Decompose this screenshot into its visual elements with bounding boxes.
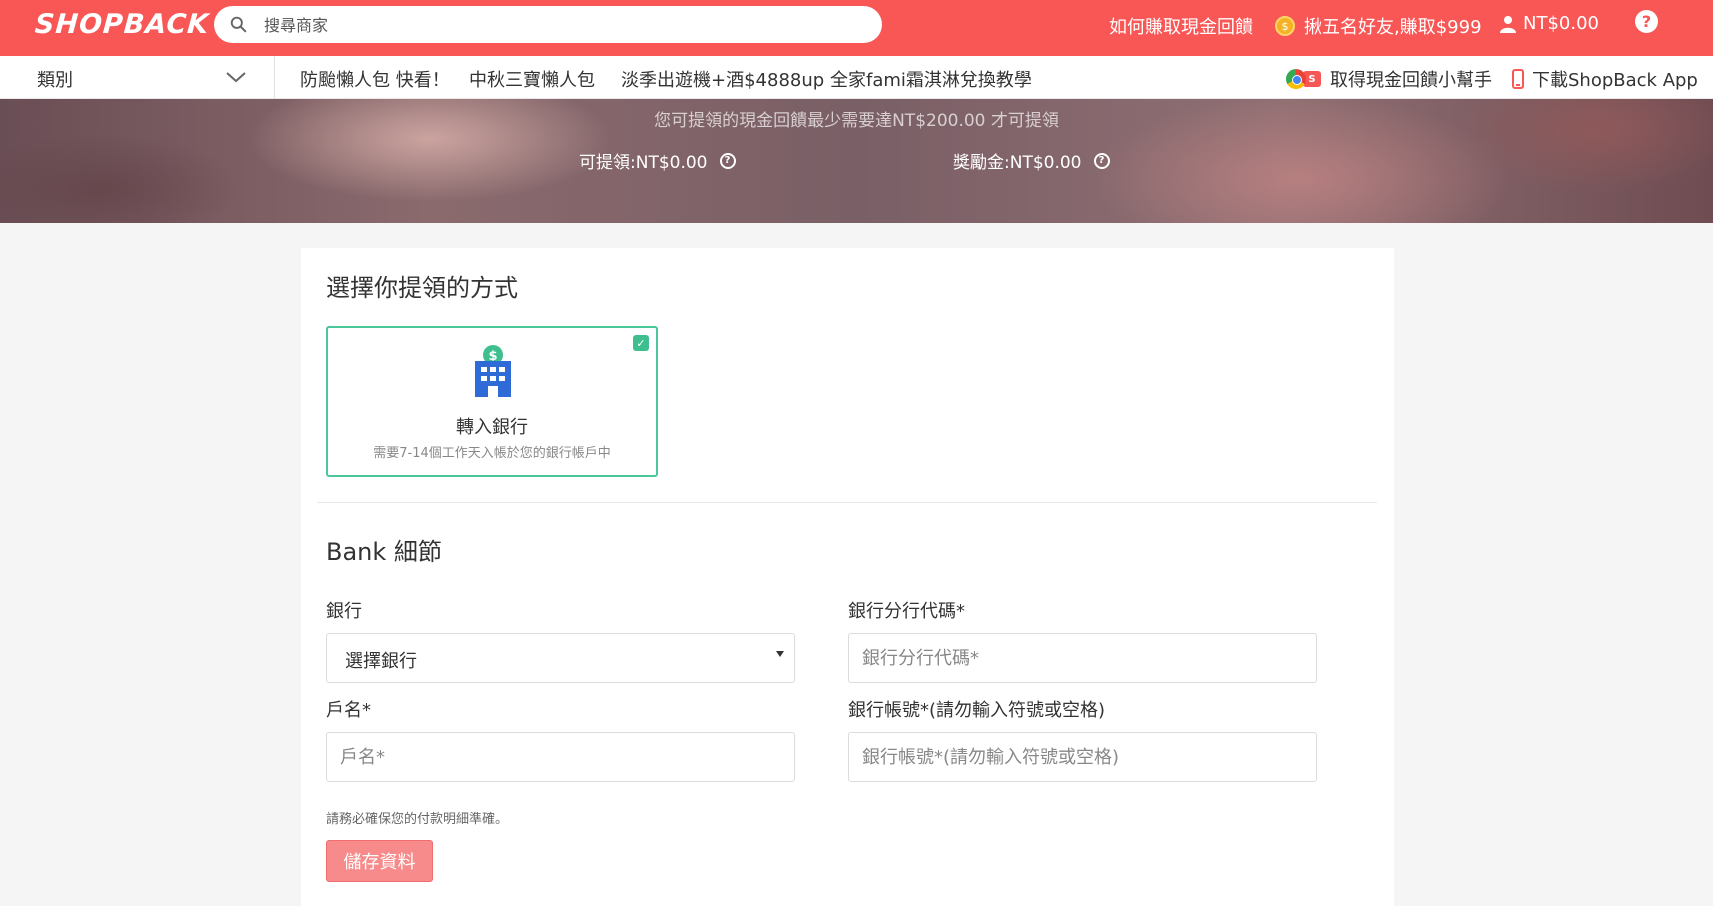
account-number-field[interactable]	[848, 732, 1317, 782]
nav-item-typhoon[interactable]: 防颱懶人包 快看！	[300, 66, 450, 92]
account-name-field[interactable]	[326, 732, 795, 782]
bank-transfer-title: 轉入銀行	[456, 417, 528, 438]
user-icon	[1500, 15, 1516, 33]
download-app-label: 下載ShopBack App	[1532, 70, 1698, 91]
how-to-earn-label: 如何賺取現金回饋	[1109, 17, 1253, 38]
search-icon	[230, 16, 247, 33]
cashback-banner: 您可提領的現金回饋最少需要達NT$200.00 才可提領 可提領:NT$0.00…	[0, 99, 1713, 223]
payment-accuracy-hint: 請務必確保您的付款明細準確。	[326, 812, 509, 827]
nav-divider	[274, 56, 275, 99]
caret-down-icon	[776, 651, 784, 657]
top-header: SHOPBACK 如何賺取現金回饋 $ 揪五名好友,賺取$999 NT$0.00…	[0, 0, 1713, 56]
account-number-label: 銀行帳號*(請勿輸入符號或空格)	[848, 700, 1106, 721]
question-icon[interactable]: ?	[719, 152, 736, 169]
withdrawable-label: 可提領:NT$0.00	[579, 153, 708, 173]
balance-label: NT$0.00	[1523, 13, 1599, 34]
bank-select[interactable]: 選擇銀行	[326, 633, 795, 683]
search-input[interactable]	[264, 12, 844, 38]
bank-details-title: Bank 細節	[326, 538, 442, 566]
extension-label: 取得現金回饋小幫手	[1330, 70, 1492, 91]
bank-transfer-option[interactable]: ✓ $ 轉入銀行 需要7-14個工作天入帳於您的銀行帳戶中	[326, 326, 658, 477]
bank-select-value: 選擇銀行	[345, 651, 417, 672]
referral-link[interactable]: $ 揪五名好友,賺取$999	[1275, 13, 1482, 39]
checkmark-icon: ✓	[633, 335, 649, 351]
branch-code-field[interactable]	[848, 633, 1317, 683]
bank-building-icon: $	[475, 345, 511, 397]
section-divider	[317, 502, 1377, 503]
bonus-label: 獎勵金:NT$0.00	[953, 153, 1082, 173]
account-name-input[interactable]	[327, 733, 794, 781]
referral-label: 揪五名好友,賺取$999	[1304, 17, 1482, 38]
save-button[interactable]: 儲存資料	[326, 840, 433, 882]
extension-link[interactable]: S 取得現金回饋小幫手	[1286, 66, 1492, 92]
help-icon[interactable]: ?	[1635, 10, 1658, 33]
download-app-link[interactable]: 下載ShopBack App	[1512, 66, 1698, 92]
category-nav: 類別 防颱懶人包 快看！ 中秋三寶懶人包 淡季出遊機+酒$4888up 全家fa…	[0, 56, 1713, 99]
shopback-logo[interactable]: SHOPBACK	[34, 9, 210, 40]
coin-icon: $	[1275, 16, 1295, 36]
search-bar[interactable]	[214, 6, 882, 43]
withdraw-method-title: 選擇你提領的方式	[326, 274, 518, 302]
withdrawable-amount: 可提領:NT$0.00 ?	[579, 148, 736, 173]
account-number-input[interactable]	[849, 733, 1316, 781]
account-name-label: 戶名*	[326, 700, 371, 721]
phone-icon	[1512, 69, 1524, 89]
minimum-withdraw-note: 您可提領的現金回饋最少需要達NT$200.00 才可提領	[654, 111, 1059, 131]
bonus-amount: 獎勵金:NT$0.00 ?	[953, 148, 1110, 173]
chrome-extension-icon: S	[1286, 69, 1321, 89]
branch-code-input[interactable]	[849, 634, 1316, 682]
nav-item-familymart[interactable]: 全家fami霜淇淋兌換教學	[830, 66, 1032, 92]
nav-item-travel[interactable]: 淡季出遊機+酒$4888up	[621, 66, 824, 92]
chevron-down-icon[interactable]	[225, 70, 247, 84]
how-to-earn-link[interactable]: 如何賺取現金回饋	[1109, 13, 1253, 39]
bank-transfer-description: 需要7-14個工作天入帳於您的銀行帳戶中	[373, 446, 611, 461]
bank-label: 銀行	[326, 601, 362, 622]
category-dropdown-label[interactable]: 類別	[37, 66, 73, 92]
question-icon[interactable]: ?	[1093, 152, 1110, 169]
withdraw-card: 選擇你提領的方式 ✓ $ 轉入銀行 需要7-14個工作天入帳於您的銀行帳戶中 B…	[301, 248, 1394, 906]
branch-code-label: 銀行分行代碼*	[848, 601, 965, 622]
account-balance[interactable]: NT$0.00	[1499, 13, 1599, 34]
nav-item-mid-autumn[interactable]: 中秋三寶懶人包	[469, 66, 595, 92]
